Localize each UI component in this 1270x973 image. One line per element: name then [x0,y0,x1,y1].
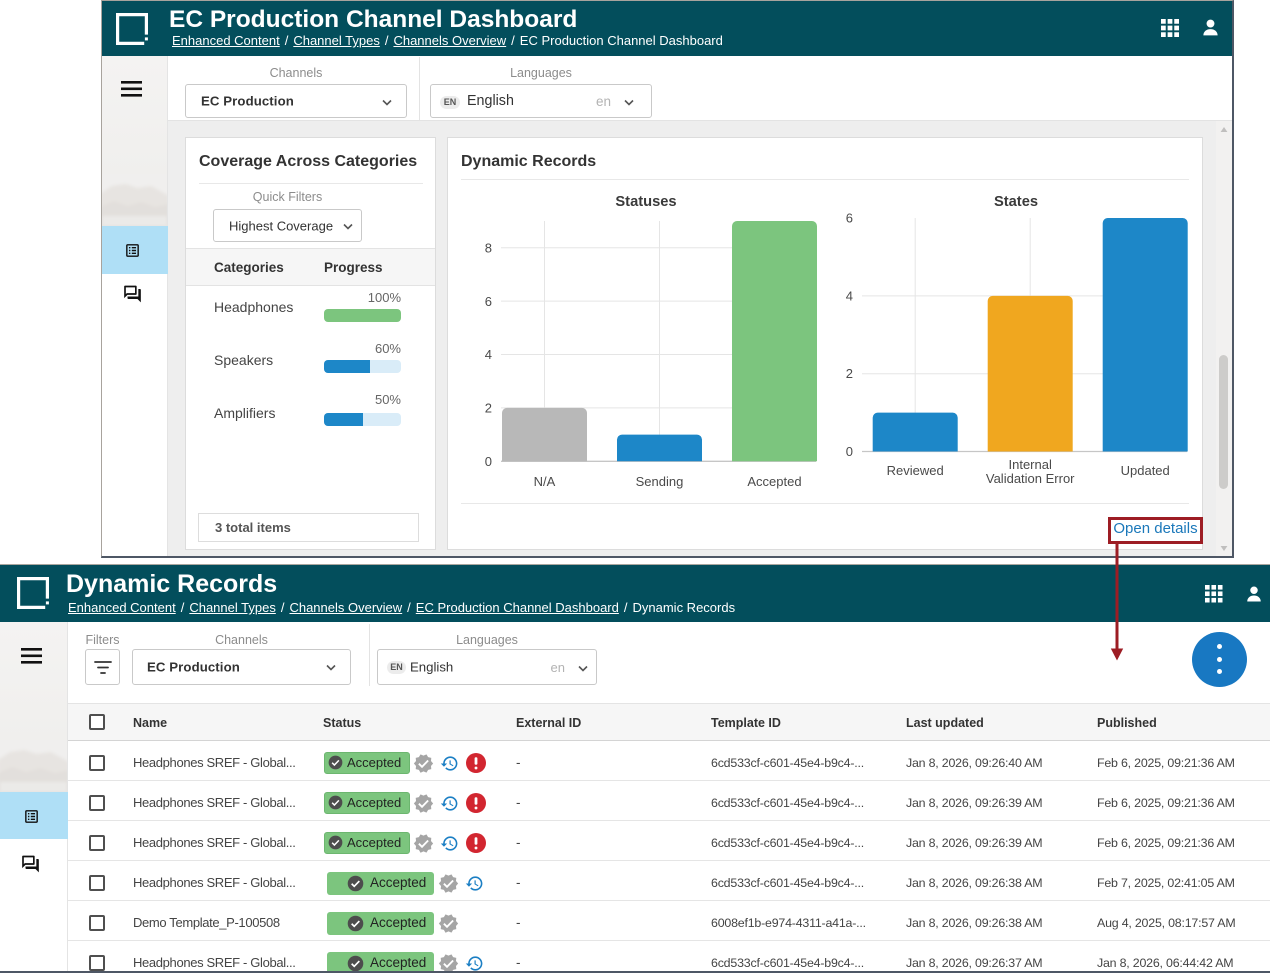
svg-text:0: 0 [485,454,492,469]
svg-text:6: 6 [846,211,853,226]
svg-text:4: 4 [846,288,853,303]
svg-text:Reviewed: Reviewed [887,463,944,478]
svg-text:Validation Error: Validation Error [986,471,1075,486]
svg-text:N/A: N/A [534,474,556,489]
svg-text:2: 2 [485,401,492,416]
svg-text:4: 4 [485,347,492,362]
svg-text:Sending: Sending [636,474,684,489]
svg-text:States: States [994,194,1038,210]
svg-text:Accepted: Accepted [747,474,801,489]
svg-text:Updated: Updated [1121,463,1170,478]
svg-text:6: 6 [485,294,492,309]
svg-text:2: 2 [846,366,853,381]
svg-text:Internal: Internal [1009,457,1052,472]
svg-text:0: 0 [846,444,853,459]
svg-text:Statuses: Statuses [615,194,676,210]
svg-text:8: 8 [485,240,492,255]
